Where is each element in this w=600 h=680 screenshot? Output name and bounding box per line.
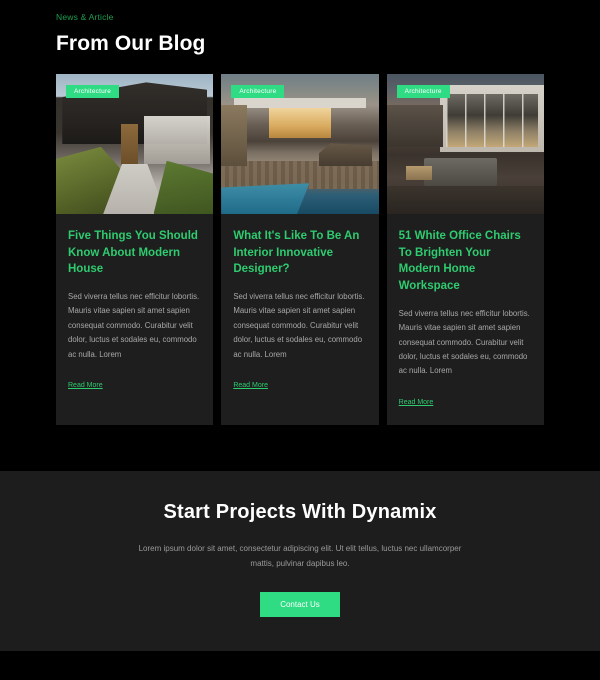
card-body: Five Things You Should Know About Modern…	[56, 214, 213, 408]
cta-title: Start Projects With Dynamix	[163, 500, 437, 523]
card-title[interactable]: What It's Like To Be An Interior Innovat…	[233, 228, 366, 278]
card-excerpt: Sed viverra tellus nec efficitur loborti…	[68, 292, 200, 359]
card-image: Architecture	[386, 74, 544, 214]
card-body: 51 White Office Chairs To Brighten Your …	[387, 214, 544, 425]
window-mullions	[446, 93, 538, 147]
roof-shape	[233, 97, 367, 108]
left-wing-shape	[386, 104, 444, 147]
category-badge[interactable]: Architecture	[396, 85, 450, 98]
card-image: Architecture	[221, 74, 379, 214]
patio-chairs-shape	[318, 143, 373, 167]
blog-card-list: Architecture Five Things You Should Know…	[56, 74, 544, 425]
read-more-link[interactable]: Read More	[68, 382, 103, 389]
ground-shape	[386, 186, 544, 214]
read-more-link[interactable]: Read More	[233, 382, 268, 389]
category-badge[interactable]: Architecture	[66, 85, 120, 98]
path-shape	[103, 163, 167, 214]
site-footer: Dynamix Lorem ipsum dolor sit amet, cons…	[0, 650, 600, 680]
read-more-link[interactable]: Read More	[399, 399, 434, 406]
contact-us-button[interactable]: Contact Us	[260, 591, 340, 617]
cta-section: Start Projects With Dynamix Lorem ipsum …	[0, 470, 600, 651]
category-badge[interactable]: Architecture	[231, 85, 285, 98]
blog-section: News & Article From Our Blog Architectur…	[0, 0, 600, 425]
lit-interior-shape	[268, 107, 332, 139]
cta-description: Lorem ipsum dolor sit amet, consectetur …	[138, 543, 462, 569]
page-root: News & Article From Our Blog Architectur…	[0, 0, 600, 680]
patio-sofa-shape	[424, 158, 497, 186]
card-excerpt: Sed viverra tellus nec efficitur loborti…	[398, 308, 530, 376]
pool-shape	[221, 183, 310, 214]
blog-card[interactable]: Architecture 51 White Office Chairs To B…	[386, 74, 544, 425]
card-body: What It's Like To Be An Interior Innovat…	[221, 214, 378, 408]
section-eyebrow: News & Article	[56, 12, 114, 22]
card-title[interactable]: Five Things You Should Know About Modern…	[68, 228, 201, 278]
blog-card[interactable]: Architecture Five Things You Should Know…	[56, 74, 214, 425]
glass-shape	[144, 116, 211, 164]
coffee-table-shape	[405, 166, 433, 181]
card-image: Architecture	[56, 74, 214, 214]
tree-shape	[221, 104, 247, 167]
card-excerpt: Sed viverra tellus nec efficitur loborti…	[233, 292, 365, 359]
card-title[interactable]: 51 White Office Chairs To Brighten Your …	[399, 228, 532, 295]
door-shape	[120, 124, 138, 167]
page-title: From Our Blog	[56, 32, 206, 55]
blog-card[interactable]: Architecture What It's Like To Be An Int…	[221, 74, 379, 425]
